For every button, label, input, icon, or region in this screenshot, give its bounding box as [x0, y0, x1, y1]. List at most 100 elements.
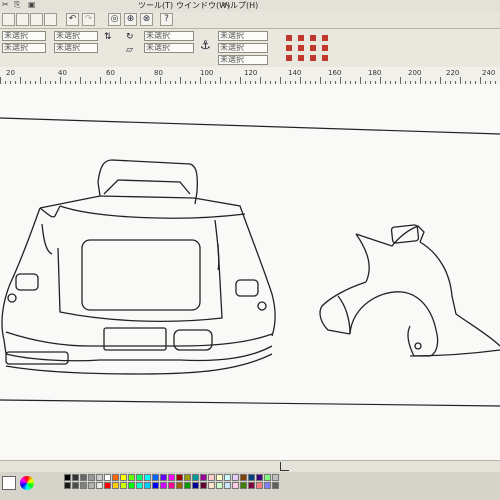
color-swatch[interactable] [272, 482, 279, 489]
ruler-tick [40, 77, 41, 84]
color-swatch[interactable] [208, 474, 215, 481]
property-field[interactable]: 未選択 [144, 31, 194, 41]
color-swatch[interactable] [152, 482, 159, 489]
property-field[interactable]: 未選択 [2, 31, 46, 41]
car-front-drawing[interactable] [1, 159, 276, 375]
color-swatch[interactable] [72, 474, 79, 481]
color-swatch[interactable] [192, 482, 199, 489]
color-swatch[interactable] [216, 474, 223, 481]
color-swatch[interactable] [168, 474, 175, 481]
tool-button-4[interactable] [44, 13, 57, 26]
no-color-swatch[interactable] [2, 476, 16, 490]
color-swatch[interactable] [232, 474, 239, 481]
color-swatch[interactable] [264, 474, 271, 481]
color-swatch[interactable] [256, 482, 263, 489]
fender-drawing[interactable] [319, 224, 500, 357]
tool-button-1[interactable] [2, 13, 15, 26]
property-field[interactable]: 未選択 [218, 55, 268, 65]
property-field[interactable]: 未選択 [218, 31, 268, 41]
color-swatch[interactable] [264, 482, 271, 489]
color-swatch[interactable] [232, 482, 239, 489]
color-swatch[interactable] [144, 482, 151, 489]
property-field[interactable]: 未選択 [54, 43, 98, 53]
color-swatch[interactable] [136, 474, 143, 481]
zoom-icon[interactable]: ◎ [108, 13, 121, 26]
menu-tools[interactable]: ツール(T) [138, 0, 173, 11]
color-swatch[interactable] [88, 482, 95, 489]
color-swatch[interactable] [240, 474, 247, 481]
color-swatch[interactable] [128, 474, 135, 481]
color-swatch[interactable] [184, 474, 191, 481]
rotate-icon[interactable]: ↻ [126, 32, 134, 42]
color-swatch[interactable] [200, 482, 207, 489]
ruler-tick [460, 77, 461, 84]
skew-icon[interactable]: ▱ [126, 45, 133, 55]
screen: ✂ ⎘ ▣ ツール(T) ウインドウ(W) ヘルプ(H) ↶ ↷ ◎ ⊕ ⊗ ?… [0, 0, 500, 500]
color-swatch[interactable] [128, 482, 135, 489]
color-swatch[interactable] [160, 482, 167, 489]
color-swatch[interactable] [80, 482, 87, 489]
color-swatch[interactable] [168, 482, 175, 489]
color-swatch[interactable] [64, 482, 71, 489]
anchor-icon[interactable]: ⚓ [200, 38, 211, 52]
tool-button-2[interactable] [16, 13, 29, 26]
color-swatch[interactable] [224, 482, 231, 489]
color-swatch[interactable] [120, 482, 127, 489]
color-swatch[interactable] [176, 474, 183, 481]
drawing-svg [0, 117, 500, 407]
color-swatch[interactable] [80, 474, 87, 481]
ungroup-icon[interactable]: ⊗ [140, 13, 153, 26]
color-swatch[interactable] [152, 474, 159, 481]
color-swatch[interactable] [112, 474, 119, 481]
color-swatch[interactable] [96, 474, 103, 481]
scissors-icon[interactable]: ✂ [2, 0, 9, 9]
property-field[interactable]: 未選択 [54, 31, 98, 41]
color-swatch[interactable] [88, 474, 95, 481]
page-border-bottom [0, 399, 500, 407]
ruler-tick [0, 77, 1, 84]
color-swatch[interactable] [216, 482, 223, 489]
group-icon[interactable]: ⊕ [124, 13, 137, 26]
main-toolbar: ↶ ↷ ◎ ⊕ ⊗ ? [0, 12, 500, 29]
tool-button-3[interactable] [30, 13, 43, 26]
color-swatch[interactable] [248, 474, 255, 481]
color-swatch[interactable] [96, 482, 103, 489]
color-swatch[interactable] [224, 474, 231, 481]
property-field[interactable]: 未選択 [2, 43, 46, 53]
help-icon[interactable]: ? [160, 13, 173, 26]
color-swatch[interactable] [272, 474, 279, 481]
ruler-tick [200, 77, 201, 84]
menu-help[interactable]: ヘルプ(H) [222, 0, 258, 11]
ruler-tick [420, 77, 421, 84]
ruler-label: 200 [408, 69, 422, 77]
page-border-top [0, 117, 500, 135]
ruler-tick [220, 77, 221, 84]
color-swatch[interactable] [72, 482, 79, 489]
color-swatch[interactable] [64, 474, 71, 481]
color-swatch[interactable] [144, 474, 151, 481]
color-swatch[interactable] [160, 474, 167, 481]
arrow-icon[interactable]: ⇅ [104, 32, 112, 42]
color-swatch[interactable] [176, 482, 183, 489]
copy-icon[interactable]: ⎘ [14, 0, 20, 10]
color-swatch[interactable] [240, 482, 247, 489]
property-field[interactable]: 未選択 [144, 43, 194, 53]
color-swatch[interactable] [104, 482, 111, 489]
color-swatch[interactable] [208, 482, 215, 489]
redo-icon[interactable]: ↷ [82, 13, 95, 26]
color-swatch[interactable] [120, 474, 127, 481]
color-swatch[interactable] [192, 474, 199, 481]
paste-icon[interactable]: ▣ [28, 0, 36, 9]
color-swatch[interactable] [184, 482, 191, 489]
color-swatch[interactable] [136, 482, 143, 489]
color-swatch[interactable] [112, 482, 119, 489]
ruler-tick [280, 77, 281, 84]
color-swatch[interactable] [104, 474, 111, 481]
color-swatch[interactable] [256, 474, 263, 481]
property-field[interactable]: 未選択 [218, 43, 268, 53]
color-swatch[interactable] [248, 482, 255, 489]
color-swatch[interactable] [200, 474, 207, 481]
undo-icon[interactable]: ↶ [66, 13, 79, 26]
color-wheel-icon[interactable] [20, 476, 34, 490]
drawing-canvas[interactable] [0, 84, 500, 460]
